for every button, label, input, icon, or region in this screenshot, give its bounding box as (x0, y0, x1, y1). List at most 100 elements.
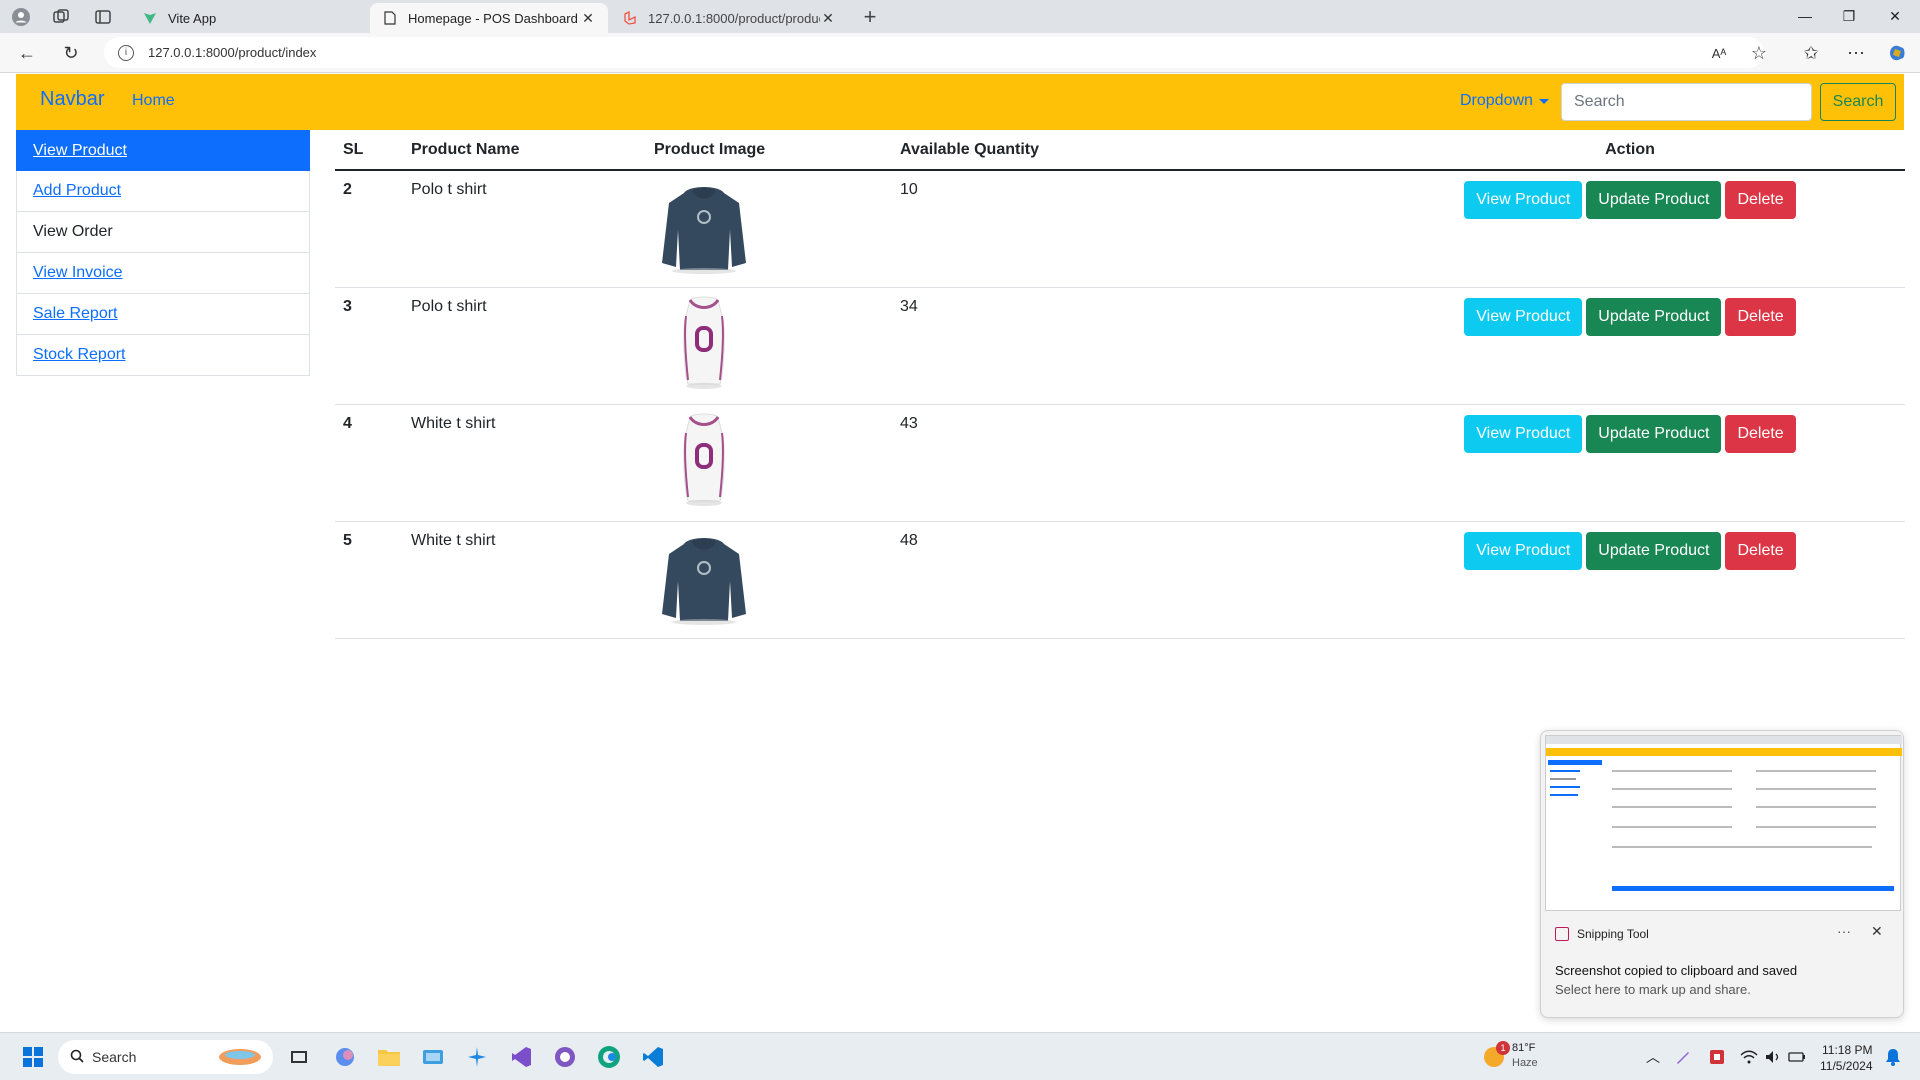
delete-button[interactable]: Delete (1725, 297, 1796, 336)
search-input[interactable] (1561, 83, 1812, 121)
tab-vite-app[interactable]: Vite App (130, 3, 368, 33)
more-options-icon[interactable]: ··· (1837, 923, 1851, 939)
taskbar-search-label: Search (92, 1049, 137, 1065)
minimize-icon[interactable]: — (1792, 4, 1818, 28)
sidebar-item-add-product[interactable]: Add Product (16, 171, 310, 212)
snipping-tool-notification[interactable]: Snipping Tool ··· ✕ Screenshot copied to… (1540, 730, 1904, 1018)
weather-widget[interactable]: 1 81°F Haze (1484, 1041, 1538, 1071)
nav-home-link[interactable]: Home (132, 92, 175, 110)
table-row: 5 White t shirt 48 View Product Update P… (335, 521, 1905, 639)
view-product-button[interactable]: View Product (1464, 414, 1583, 453)
app-icon[interactable] (420, 1044, 446, 1070)
cell-product-image (646, 521, 892, 639)
sidebar-item-stock-report[interactable]: Stock Report (16, 335, 310, 376)
edge-browser-icon[interactable] (596, 1044, 622, 1070)
address-toolbar: ← ↻ i 127.0.0.1:8000/product/index Aᴬ ☆ … (0, 33, 1920, 73)
battery-icon[interactable] (1784, 1044, 1810, 1070)
read-aloud-icon[interactable]: Aᴬ (1708, 42, 1730, 64)
cell-actions: View Product Update Product Delete (1355, 170, 1905, 288)
wifi-icon[interactable] (1736, 1044, 1762, 1070)
profile-icon[interactable] (10, 6, 32, 28)
vscode-icon[interactable] (640, 1044, 666, 1070)
tab-title: Vite App (168, 10, 217, 26)
sidebar-item-view-order[interactable]: View Order (16, 212, 310, 253)
update-product-button[interactable]: Update Product (1586, 531, 1722, 570)
volume-icon[interactable] (1760, 1044, 1786, 1070)
close-tab-icon[interactable]: ✕ (820, 10, 836, 27)
view-product-button[interactable]: View Product (1464, 531, 1583, 570)
nav-dropdown[interactable]: Dropdown (1460, 92, 1549, 110)
favorites-icon[interactable]: ✩ (1800, 42, 1822, 64)
workspaces-icon[interactable] (50, 6, 72, 28)
notification-bell-icon[interactable] (1880, 1044, 1906, 1070)
sidebar-item-label[interactable]: Stock Report (33, 346, 125, 364)
close-tab-icon[interactable]: ✕ (580, 10, 596, 27)
app-navbar: Navbar Home Dropdown Search (16, 74, 1904, 130)
delete-button[interactable]: Delete (1725, 181, 1796, 219)
update-product-button[interactable]: Update Product (1586, 181, 1722, 219)
browser-tab-bar: Vite App Homepage - POS Dashboard ✕ 127.… (0, 0, 1920, 33)
screenshot-preview[interactable] (1545, 735, 1902, 911)
table-row: 2 Polo t shirt 10 View Product Update Pr… (335, 170, 1905, 288)
sidebar: View Product Add Product View Order View… (16, 130, 310, 376)
new-tab-icon[interactable]: + (859, 4, 881, 29)
delete-button[interactable]: Delete (1725, 414, 1796, 453)
sidebar-item-label: View Order (33, 223, 113, 240)
windows-start-icon[interactable] (20, 1044, 46, 1070)
sidebar-item-label[interactable]: View Invoice (33, 264, 123, 282)
toast-app-name: Snipping Tool (1555, 927, 1649, 941)
update-product-button[interactable]: Update Product (1586, 414, 1722, 453)
toast-submessage: Select here to mark up and share. (1555, 982, 1751, 997)
url-bar[interactable]: i 127.0.0.1:8000/product/index (104, 37, 1764, 68)
file-explorer-icon[interactable] (376, 1044, 402, 1070)
back-icon[interactable]: ← (16, 42, 38, 64)
favorite-star-icon[interactable]: ☆ (1748, 42, 1770, 64)
sidebar-item-view-invoice[interactable]: View Invoice (16, 253, 310, 294)
sparkle-app-icon[interactable] (464, 1044, 490, 1070)
refresh-icon[interactable]: ↻ (60, 42, 82, 64)
taskbar-search[interactable]: Search (58, 1040, 273, 1074)
cell-product-name: Polo t shirt (403, 287, 646, 405)
sidebar-item-label[interactable]: View Product (33, 142, 127, 160)
update-product-button[interactable]: Update Product (1586, 297, 1722, 336)
cell-sl: 3 (335, 287, 403, 405)
cell-sl: 5 (335, 521, 403, 639)
view-product-button[interactable]: View Product (1464, 297, 1583, 336)
tab-pos-dashboard[interactable]: Homepage - POS Dashboard ✕ (370, 3, 608, 33)
tab-product-list[interactable]: 127.0.0.1:8000/product/productlis ✕ (610, 3, 848, 33)
view-product-button[interactable]: View Product (1464, 181, 1583, 219)
product-hoodie-image (662, 537, 746, 625)
cell-actions: View Product Update Product Delete (1355, 287, 1905, 405)
cell-sl: 2 (335, 170, 403, 288)
copilot-taskbar-icon[interactable] (332, 1044, 358, 1070)
product-hoodie-image (662, 187, 746, 274)
product-table-container: SL Product Name Product Image Available … (335, 130, 1905, 639)
copilot-icon[interactable] (1886, 42, 1908, 64)
sidebar-item-view-product[interactable]: View Product (16, 130, 310, 171)
header-available-quantity: Available Quantity (892, 130, 1355, 171)
snipping-tool-icon (1555, 927, 1569, 941)
visual-studio-icon[interactable] (508, 1044, 534, 1070)
task-view-icon[interactable] (286, 1044, 312, 1070)
system-clock[interactable]: 11:18 PM 11/5/2024 (1820, 1042, 1873, 1074)
tab-title: 127.0.0.1:8000/product/productlis (648, 10, 820, 26)
close-icon[interactable]: ✕ (1871, 923, 1883, 940)
search-button[interactable]: Search (1820, 83, 1896, 121)
chevron-up-icon[interactable]: ︿ (1640, 1044, 1666, 1070)
app-tray-icon[interactable] (1704, 1044, 1730, 1070)
dropdown-label: Dropdown (1460, 92, 1533, 109)
caret-down-icon (1538, 98, 1549, 104)
cell-quantity: 43 (892, 404, 1355, 522)
close-window-icon[interactable]: ✕ (1882, 4, 1908, 28)
tab-actions-icon[interactable] (92, 6, 114, 28)
site-info-icon[interactable]: i (118, 44, 134, 61)
sidebar-item-label[interactable]: Sale Report (33, 305, 118, 323)
sidebar-item-label[interactable]: Add Product (33, 182, 121, 200)
more-menu-icon[interactable]: ⋯ (1845, 42, 1867, 64)
restore-icon[interactable]: ❐ (1836, 4, 1862, 28)
github-desktop-icon[interactable] (552, 1044, 578, 1070)
pen-icon[interactable] (1670, 1044, 1696, 1070)
delete-button[interactable]: Delete (1725, 531, 1796, 570)
sidebar-item-sale-report[interactable]: Sale Report (16, 294, 310, 335)
navbar-brand[interactable]: Navbar (40, 88, 104, 111)
